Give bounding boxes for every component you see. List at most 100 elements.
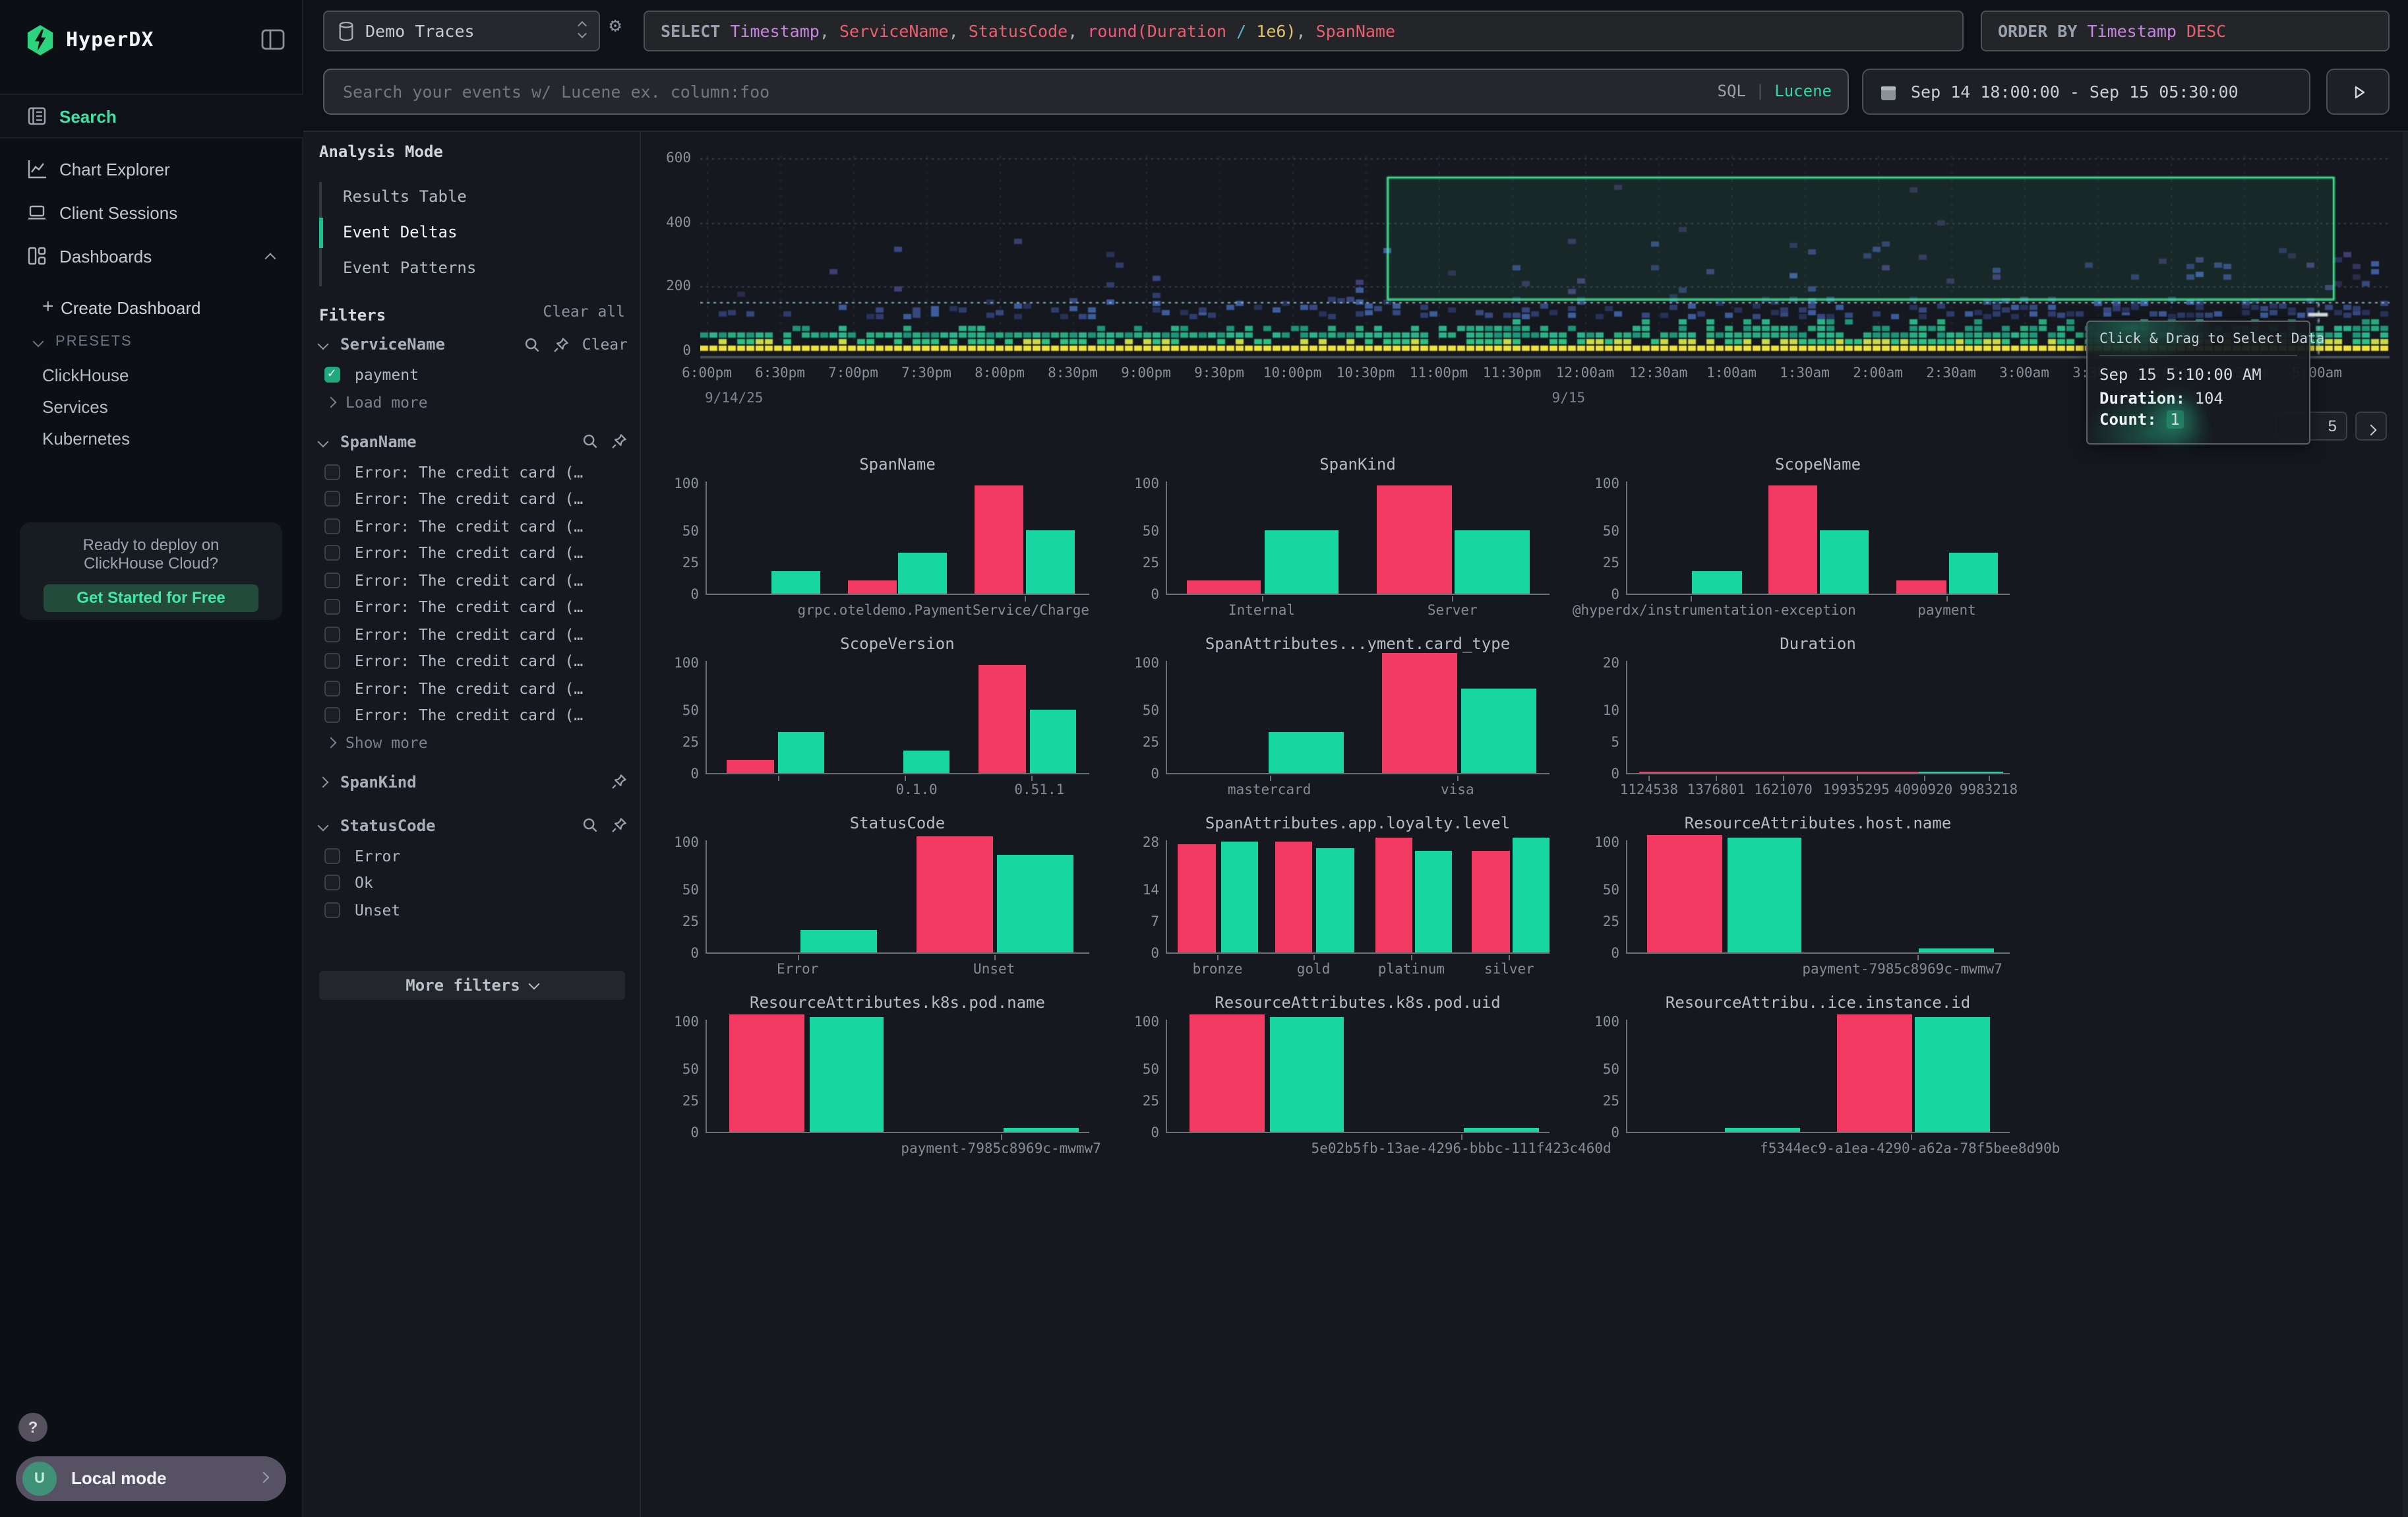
sidebar-item-kubernetes[interactable]: Kubernetes [42, 429, 130, 449]
filter-group-footer-link[interactable]: Show more [303, 729, 641, 755]
sidebar-item-chart-explorer[interactable]: Chart Explorer [0, 149, 303, 189]
x-axis-tick-label: 8:00pm [975, 365, 1025, 381]
filter-option-label: Error: The credit card (… [355, 571, 583, 590]
filter-option[interactable]: Error: The credit card (… [303, 648, 641, 675]
checkbox-icon[interactable] [324, 902, 340, 918]
x-axis-tick-label: 7:00pm [828, 365, 878, 381]
filter-option[interactable]: Error: The credit card (… [303, 567, 641, 594]
sidebar-item-dashboards[interactable]: Dashboards [0, 236, 303, 276]
create-dashboard-button[interactable]: + Create Dashboard [61, 298, 200, 318]
filter-option[interactable]: Error: The credit card (… [303, 458, 641, 485]
search-icon[interactable] [582, 432, 599, 449]
bar [1190, 1014, 1265, 1132]
checkbox-icon[interactable] [324, 875, 340, 891]
y-axis-tick-label: 50 [655, 1062, 699, 1078]
filter-group-header-servicename[interactable]: ServiceNameClear [303, 330, 641, 361]
sql-toggle[interactable]: SQL [1718, 82, 1746, 100]
scrollbar[interactable] [2403, 132, 2408, 1517]
analysis-mode-event-patterns[interactable]: Event Patterns [319, 251, 625, 286]
bar [1648, 834, 1722, 952]
x-axis-tick-label: 1124538 [1620, 782, 1679, 798]
checkbox-icon[interactable] [324, 367, 340, 383]
checkbox-icon[interactable] [324, 600, 340, 615]
chevron-up-icon[interactable] [265, 253, 276, 264]
filter-option[interactable]: Error: The credit card (… [303, 485, 641, 512]
checkbox-icon[interactable] [324, 464, 340, 480]
brand[interactable]: HyperDX [0, 18, 303, 63]
checkbox-icon[interactable] [324, 848, 340, 864]
clear-all-filters-button[interactable]: Clear all [543, 302, 625, 321]
axis-tick-mark [905, 776, 907, 781]
pin-icon[interactable] [611, 816, 628, 833]
filter-option[interactable]: payment [303, 361, 641, 388]
chart-plot [706, 840, 1089, 954]
user-menu[interactable]: U Local mode [16, 1456, 286, 1501]
checkbox-icon[interactable] [324, 545, 340, 561]
filter-option[interactable]: Error: The credit card (… [303, 621, 641, 648]
filter-option[interactable]: Error: The credit card (… [303, 512, 641, 540]
filter-option-label: Error: The credit card (… [355, 706, 583, 725]
lucene-toggle[interactable]: Lucene [1774, 82, 1832, 100]
sidebar-item-services[interactable]: Services [42, 397, 108, 417]
y-axis-tick-label: 0 [1116, 946, 1159, 962]
filter-option[interactable]: Error: The credit card (… [303, 702, 641, 729]
help-button[interactable]: ? [18, 1413, 47, 1442]
filter-option[interactable]: Error: The credit card (… [303, 540, 641, 567]
y-axis-tick-label: 0 [655, 946, 699, 962]
filter-option[interactable]: Ok [303, 869, 641, 896]
chart-plot [1626, 481, 2010, 595]
y-axis-tick-label: 400 [641, 214, 691, 230]
presets-section-toggle[interactable]: PRESETS [55, 334, 133, 350]
y-axis-tick-label: 25 [655, 914, 699, 930]
get-started-button[interactable]: Get Started for Free [44, 584, 258, 612]
filter-group-header-spankind[interactable]: SpanKind [303, 767, 641, 799]
sql-select-input[interactable]: SELECT Timestamp, ServiceName, StatusCod… [644, 11, 1964, 51]
filter-group-header-spanname[interactable]: SpanName [303, 427, 641, 458]
filter-option[interactable]: Unset [303, 896, 641, 923]
filter-group-header-statuscode[interactable]: StatusCode [303, 811, 641, 842]
checkbox-icon[interactable] [324, 491, 340, 507]
axis-tick-mark [1269, 776, 1271, 781]
source-select[interactable]: Demo Traces [323, 11, 600, 51]
pin-icon[interactable] [553, 336, 570, 353]
bar [1455, 530, 1530, 594]
clear-filter-button[interactable]: Clear [582, 335, 628, 354]
bar [1026, 530, 1075, 594]
chart-plot [706, 481, 1089, 595]
collapse-sidebar-icon[interactable] [260, 26, 286, 53]
checkbox-icon[interactable] [324, 654, 340, 669]
filter-option[interactable]: Error [303, 842, 641, 869]
order-by-input[interactable]: ORDER BY Timestamp DESC [1981, 11, 2390, 51]
checkbox-icon[interactable] [324, 627, 340, 642]
checkbox-icon[interactable] [324, 518, 340, 534]
filter-group-footer-link[interactable]: Load more [303, 388, 641, 415]
date-range-picker[interactable]: Sep 14 18:00:00 - Sep 15 05:30:00 [1862, 69, 2310, 115]
x-axis-tick-label: Unset [973, 962, 1015, 977]
pin-icon[interactable] [611, 772, 628, 789]
sidebar-item-search[interactable]: Search [0, 94, 303, 139]
gear-icon[interactable]: ⚙ [609, 13, 621, 37]
next-page-button[interactable] [2355, 412, 2387, 441]
analysis-mode-event-deltas[interactable]: Event Deltas [319, 215, 625, 251]
search-input[interactable] [324, 70, 1848, 113]
more-filters-button[interactable]: More filters [319, 971, 625, 1000]
bar [1186, 581, 1261, 594]
sidebar-item-client-sessions[interactable]: Client Sessions [0, 193, 303, 232]
search-icon[interactable] [582, 816, 599, 833]
checkbox-icon[interactable] [324, 573, 340, 588]
tooltip-duration: Duration: 104 [2099, 389, 2297, 408]
checkbox-icon[interactable] [324, 681, 340, 697]
analysis-mode-results-table[interactable]: Results Table [319, 179, 625, 215]
search-icon[interactable] [524, 336, 541, 353]
select-chevrons-icon [579, 22, 586, 37]
checkbox-icon[interactable] [324, 708, 340, 724]
sidebar-item-clickhouse[interactable]: ClickHouse [42, 365, 129, 385]
filter-option[interactable]: Error: The credit card (… [303, 594, 641, 621]
bar [1639, 771, 1919, 773]
filter-option[interactable]: Error: The credit card (… [303, 675, 641, 702]
run-query-button[interactable] [2326, 69, 2390, 115]
y-axis-tick-label: 100 [655, 655, 699, 671]
bar [1375, 838, 1412, 952]
chart-title: ScopeName [1626, 455, 2010, 474]
pin-icon[interactable] [611, 432, 628, 449]
